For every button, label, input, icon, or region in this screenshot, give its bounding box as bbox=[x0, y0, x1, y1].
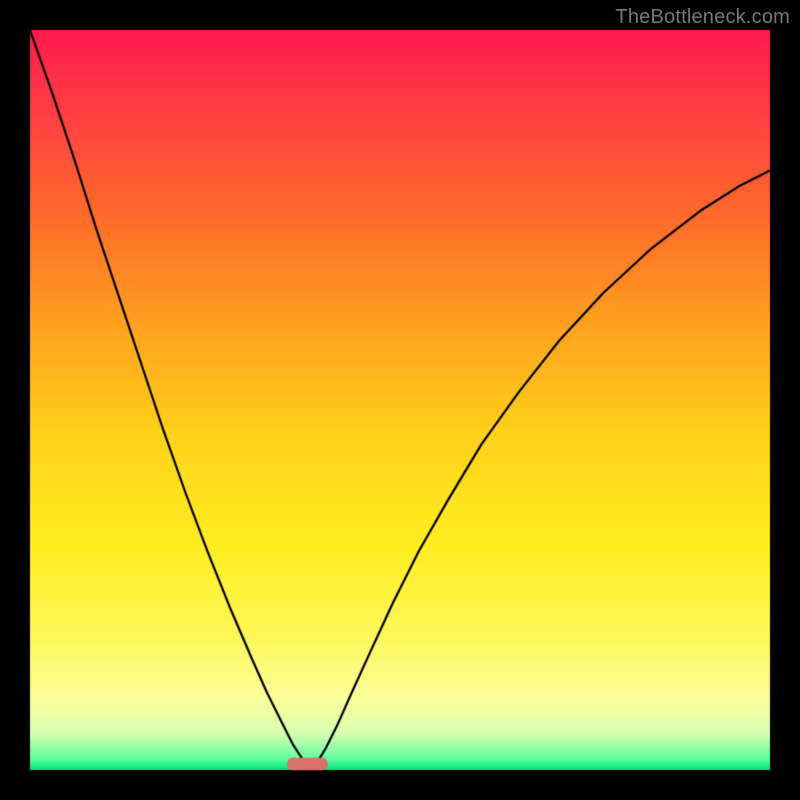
watermark-text: TheBottleneck.com bbox=[615, 6, 790, 29]
outer-frame: TheBottleneck.com bbox=[0, 0, 800, 800]
chart-canvas bbox=[0, 0, 800, 800]
